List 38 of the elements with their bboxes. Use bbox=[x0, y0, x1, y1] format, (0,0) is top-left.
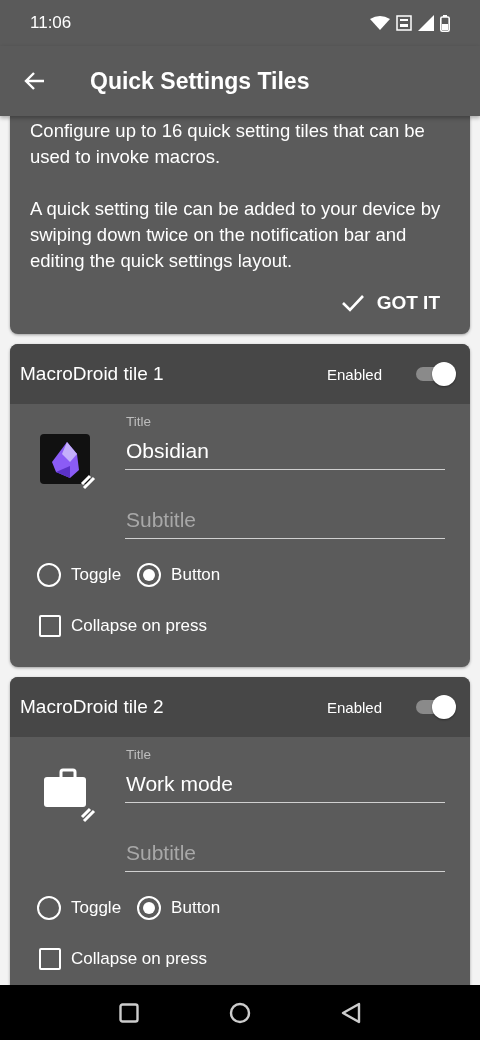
enabled-label: Enabled bbox=[326, 365, 382, 383]
title-field[interactable]: Work mode bbox=[125, 766, 445, 803]
radio-label: Button bbox=[171, 565, 221, 585]
radio-button[interactable] bbox=[37, 563, 61, 587]
radio-label: Toggle bbox=[71, 565, 122, 585]
radio-label: Toggle bbox=[71, 898, 122, 918]
info-text: A quick setting tile can be added to your device by swiping down twice on the notification bar and editing the quick settings layout. bbox=[30, 197, 442, 273]
checkbox[interactable] bbox=[39, 615, 61, 637]
title-label: Title bbox=[126, 414, 152, 429]
home-icon[interactable] bbox=[229, 1001, 251, 1024]
radio-button[interactable] bbox=[37, 896, 61, 920]
tile-name: MacroDroid tile 2 bbox=[20, 696, 165, 718]
signal-icon bbox=[418, 15, 434, 31]
info-text: Configure up to 16 quick setting tiles that can be used to invoke macros. bbox=[30, 119, 426, 169]
tile-name: MacroDroid tile 1 bbox=[20, 363, 165, 385]
radio-button[interactable] bbox=[137, 563, 162, 587]
subtitle-field[interactable]: Subtitle bbox=[125, 835, 445, 872]
screen-title: Quick Settings Tiles bbox=[90, 67, 310, 95]
crystal-app-icon[interactable] bbox=[40, 434, 96, 490]
enabled-label: Enabled bbox=[326, 698, 382, 716]
volte-icon bbox=[396, 15, 412, 31]
title-label: Title bbox=[126, 747, 152, 762]
checkbox[interactable] bbox=[39, 948, 61, 970]
back-icon[interactable] bbox=[341, 1001, 361, 1024]
title-field[interactable]: Obsidian bbox=[125, 433, 445, 470]
radio-button[interactable] bbox=[137, 896, 162, 920]
checkmark-icon bbox=[340, 293, 365, 313]
recents-icon[interactable] bbox=[119, 1002, 139, 1023]
battery-icon bbox=[440, 14, 450, 32]
wifi-icon bbox=[370, 16, 390, 30]
got-it-button[interactable]: GOT IT bbox=[330, 286, 450, 320]
status-time: 11:06 bbox=[30, 13, 72, 33]
subtitle-field[interactable]: Subtitle bbox=[125, 502, 445, 539]
enabled-switch[interactable] bbox=[414, 694, 456, 720]
checkbox-label: Collapse on press bbox=[71, 949, 208, 969]
checkbox-label: Collapse on press bbox=[71, 616, 208, 636]
enabled-switch[interactable] bbox=[414, 361, 456, 387]
radio-label: Button bbox=[171, 898, 221, 918]
